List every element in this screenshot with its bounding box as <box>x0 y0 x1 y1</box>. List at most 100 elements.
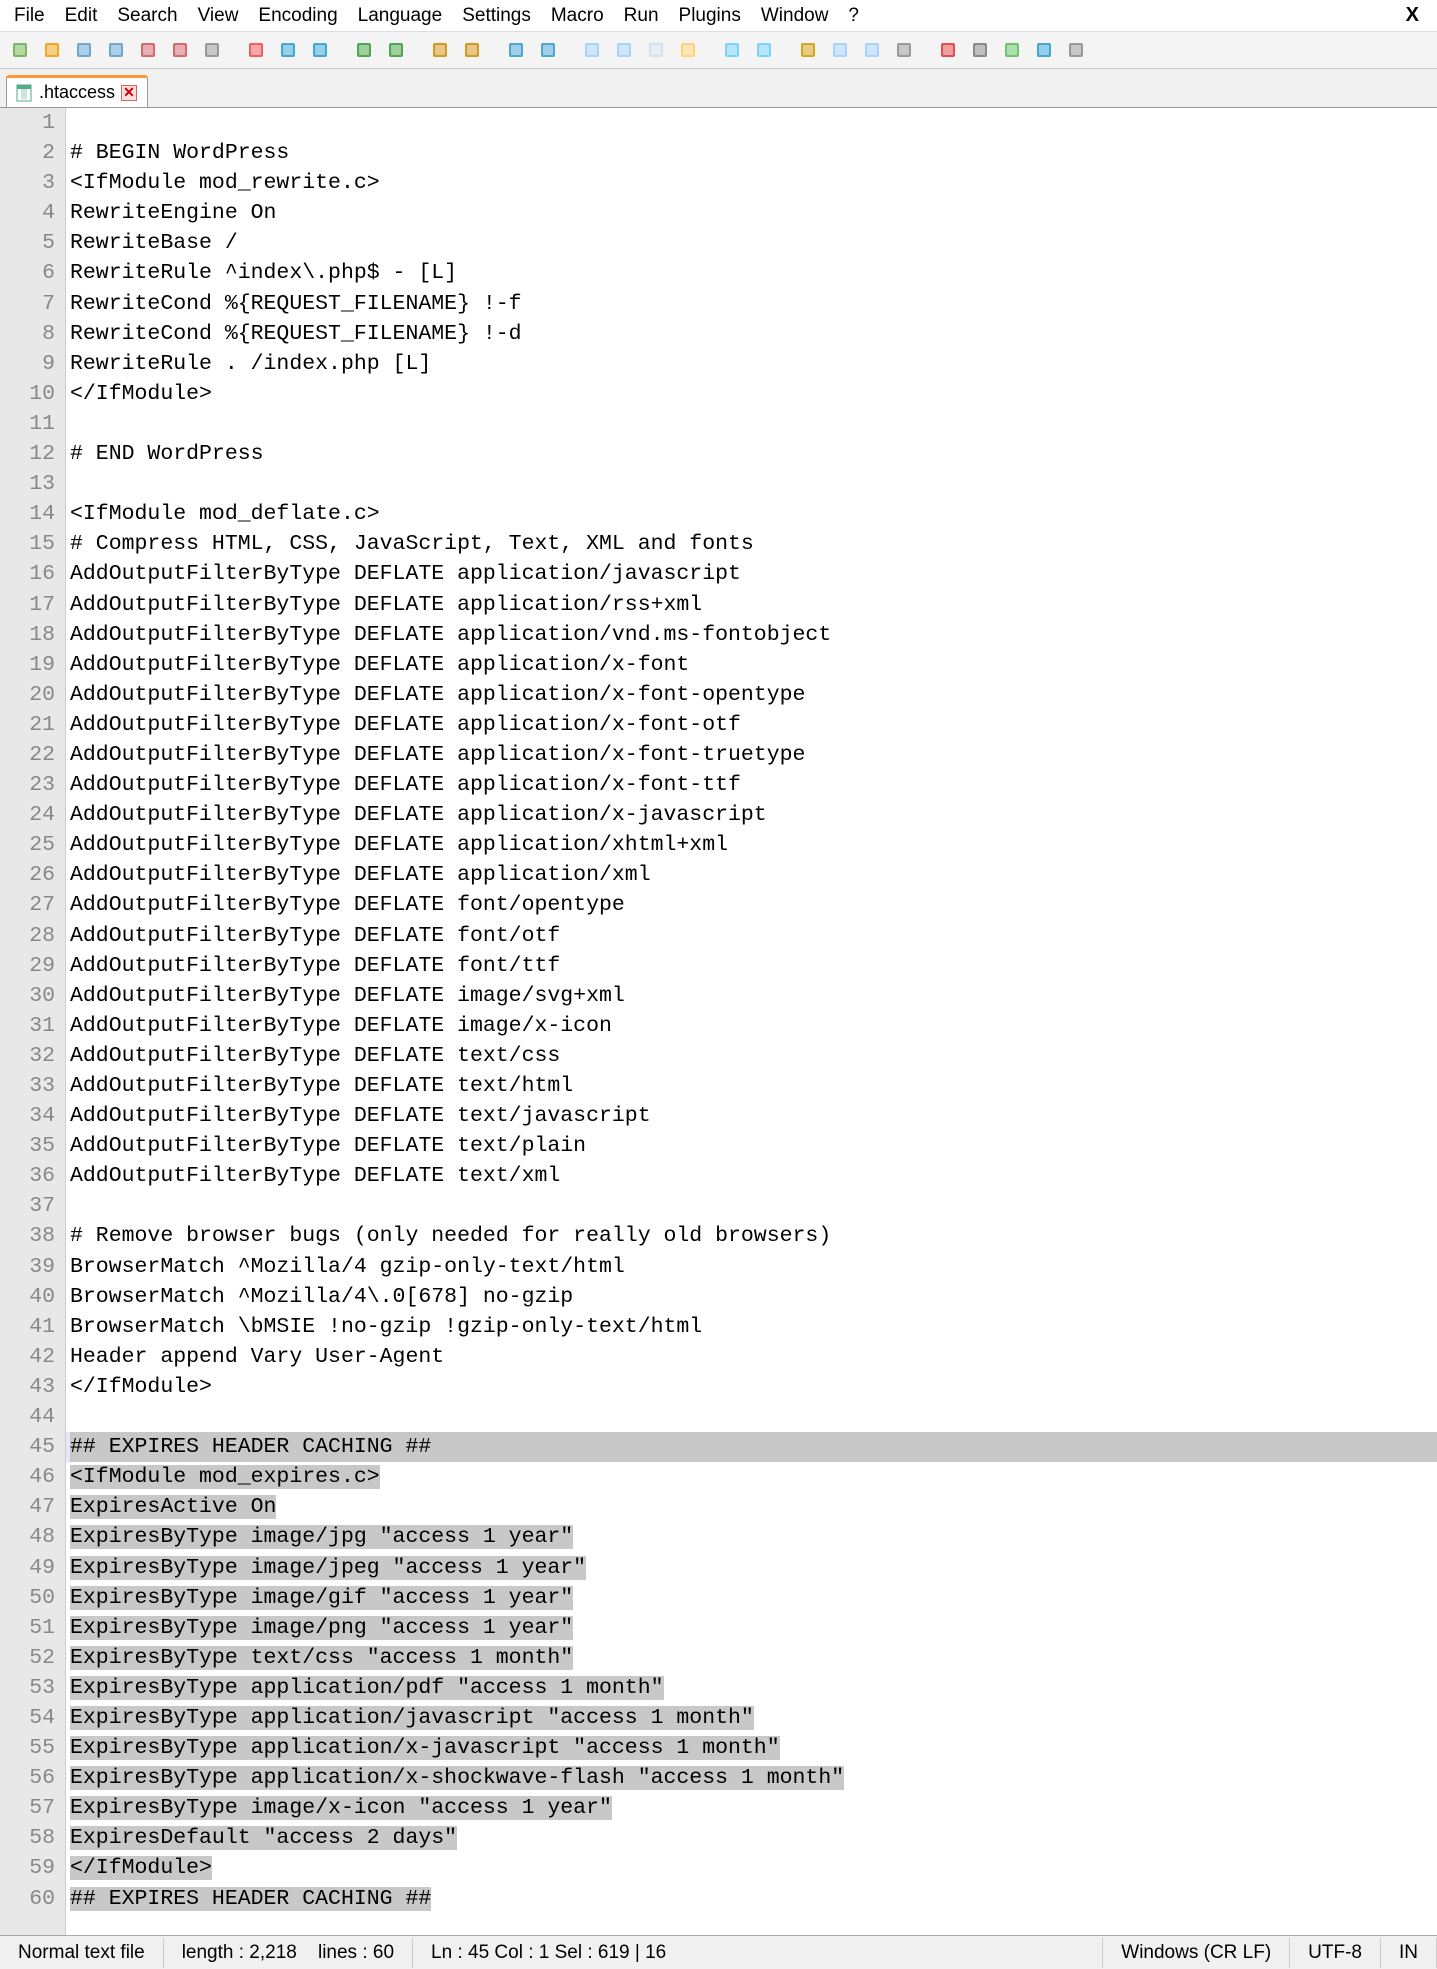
show-all-icon[interactable] <box>674 36 702 64</box>
code-line[interactable]: AddOutputFilterByType DEFLATE applicatio… <box>66 590 1437 620</box>
replace-icon[interactable] <box>458 36 486 64</box>
code-line[interactable]: RewriteCond %{REQUEST_FILENAME} !-f <box>66 289 1437 319</box>
code-line[interactable]: AddOutputFilterByType DEFLATE font/otf <box>66 921 1437 951</box>
code-line[interactable]: # Remove browser bugs (only needed for r… <box>66 1221 1437 1251</box>
code-line[interactable]: AddOutputFilterByType DEFLATE applicatio… <box>66 860 1437 890</box>
code-line[interactable] <box>66 469 1437 499</box>
print-icon[interactable] <box>198 36 226 64</box>
code-line[interactable]: AddOutputFilterByType DEFLATE applicatio… <box>66 680 1437 710</box>
menu-window[interactable]: Window <box>751 3 839 29</box>
menu-help[interactable]: ? <box>838 3 869 29</box>
save-icon[interactable] <box>70 36 98 64</box>
code-line[interactable]: BrowserMatch ^Mozilla/4\.0[678] no-gzip <box>66 1282 1437 1312</box>
close-all-icon[interactable] <box>166 36 194 64</box>
menu-edit[interactable]: Edit <box>55 3 108 29</box>
code-line[interactable]: ExpiresByType image/x-icon "access 1 yea… <box>66 1793 1437 1823</box>
menu-macro[interactable]: Macro <box>541 3 614 29</box>
save-all-icon[interactable] <box>102 36 130 64</box>
code-line[interactable]: AddOutputFilterByType DEFLATE image/svg+… <box>66 981 1437 1011</box>
code-line[interactable]: ExpiresDefault "access 2 days" <box>66 1823 1437 1853</box>
code-line[interactable]: AddOutputFilterByType DEFLATE text/plain <box>66 1131 1437 1161</box>
code-line[interactable]: BrowserMatch \bMSIE !no-gzip !gzip-only-… <box>66 1312 1437 1342</box>
code-line[interactable]: ExpiresByType image/gif "access 1 year" <box>66 1583 1437 1613</box>
tab-htaccess[interactable]: .htaccess ✕ <box>6 75 148 107</box>
code-line[interactable]: AddOutputFilterByType DEFLATE text/html <box>66 1071 1437 1101</box>
code-line[interactable] <box>66 108 1437 138</box>
folder-icon[interactable] <box>794 36 822 64</box>
code-line[interactable]: AddOutputFilterByType DEFLATE text/css <box>66 1041 1437 1071</box>
code-line[interactable]: AddOutputFilterByType DEFLATE applicatio… <box>66 770 1437 800</box>
code-line[interactable]: Header append Vary User-Agent <box>66 1342 1437 1372</box>
code-line[interactable]: </IfModule> <box>66 379 1437 409</box>
open-file-icon[interactable] <box>38 36 66 64</box>
play-icon[interactable] <box>998 36 1026 64</box>
code-line[interactable] <box>66 409 1437 439</box>
code-line[interactable]: ExpiresByType image/jpg "access 1 year" <box>66 1522 1437 1552</box>
code-line[interactable]: # Compress HTML, CSS, JavaScript, Text, … <box>66 529 1437 559</box>
code-line[interactable]: RewriteBase / <box>66 228 1437 258</box>
menu-file[interactable]: File <box>4 3 55 29</box>
code-line[interactable]: AddOutputFilterByType DEFLATE applicatio… <box>66 800 1437 830</box>
zoom-in-icon[interactable] <box>502 36 530 64</box>
code-line[interactable]: <IfModule mod_deflate.c> <box>66 499 1437 529</box>
cut-icon[interactable] <box>242 36 270 64</box>
new-file-icon[interactable] <box>6 36 34 64</box>
menu-language[interactable]: Language <box>348 3 453 29</box>
find-icon[interactable] <box>426 36 454 64</box>
code-line[interactable]: </IfModule> <box>66 1853 1437 1883</box>
code-line[interactable]: # END WordPress <box>66 439 1437 469</box>
code-line[interactable]: AddOutputFilterByType DEFLATE text/xml <box>66 1161 1437 1191</box>
code-line[interactable]: ExpiresByType application/x-shockwave-fl… <box>66 1763 1437 1793</box>
code-line[interactable]: ## EXPIRES HEADER CACHING ## <box>66 1432 1437 1462</box>
tab-close-icon[interactable]: ✕ <box>121 85 137 101</box>
code-line[interactable]: ExpiresByType application/x-javascript "… <box>66 1733 1437 1763</box>
menu-plugins[interactable]: Plugins <box>669 3 751 29</box>
code-line[interactable]: AddOutputFilterByType DEFLATE applicatio… <box>66 559 1437 589</box>
func-list-icon[interactable] <box>858 36 886 64</box>
save-macro-icon[interactable] <box>1062 36 1090 64</box>
doc-map-icon[interactable] <box>826 36 854 64</box>
undo-icon[interactable] <box>350 36 378 64</box>
code-line[interactable]: AddOutputFilterByType DEFLATE image/x-ic… <box>66 1011 1437 1041</box>
editor[interactable]: 1234567891011121314151617181920212223242… <box>0 108 1437 1935</box>
code-line[interactable]: AddOutputFilterByType DEFLATE text/javas… <box>66 1101 1437 1131</box>
code-line[interactable]: # BEGIN WordPress <box>66 138 1437 168</box>
code-line[interactable] <box>66 1402 1437 1432</box>
indent-guide-icon[interactable] <box>718 36 746 64</box>
code-line[interactable]: RewriteCond %{REQUEST_FILENAME} !-d <box>66 319 1437 349</box>
code-line[interactable]: AddOutputFilterByType DEFLATE applicatio… <box>66 740 1437 770</box>
record-icon[interactable] <box>934 36 962 64</box>
stop-icon[interactable] <box>966 36 994 64</box>
code-line[interactable]: RewriteEngine On <box>66 198 1437 228</box>
code-line[interactable]: </IfModule> <box>66 1372 1437 1402</box>
code-area[interactable]: # BEGIN WordPress<IfModule mod_rewrite.c… <box>66 108 1437 1935</box>
code-line[interactable]: RewriteRule . /index.php [L] <box>66 349 1437 379</box>
code-line[interactable]: AddOutputFilterByType DEFLATE applicatio… <box>66 710 1437 740</box>
paste-icon[interactable] <box>306 36 334 64</box>
menu-run[interactable]: Run <box>614 3 669 29</box>
menu-settings[interactable]: Settings <box>452 3 541 29</box>
sync-v-icon[interactable] <box>578 36 606 64</box>
menu-search[interactable]: Search <box>107 3 187 29</box>
code-line[interactable]: ExpiresByType text/css "access 1 month" <box>66 1643 1437 1673</box>
code-line[interactable]: ExpiresByType image/png "access 1 year" <box>66 1613 1437 1643</box>
code-line[interactable]: ExpiresByType application/javascript "ac… <box>66 1703 1437 1733</box>
monitor-icon[interactable] <box>890 36 918 64</box>
code-line[interactable]: ExpiresByType application/pdf "access 1 … <box>66 1673 1437 1703</box>
code-line[interactable] <box>66 1191 1437 1221</box>
code-line[interactable]: AddOutputFilterByType DEFLATE font/ttf <box>66 951 1437 981</box>
wrap-icon[interactable] <box>642 36 670 64</box>
code-line[interactable]: AddOutputFilterByType DEFLATE applicatio… <box>66 620 1437 650</box>
code-line[interactable]: AddOutputFilterByType DEFLATE font/opent… <box>66 890 1437 920</box>
code-line[interactable]: ## EXPIRES HEADER CACHING ## <box>66 1884 1437 1914</box>
code-line[interactable]: AddOutputFilterByType DEFLATE applicatio… <box>66 830 1437 860</box>
redo-icon[interactable] <box>382 36 410 64</box>
code-line[interactable]: BrowserMatch ^Mozilla/4 gzip-only-text/h… <box>66 1252 1437 1282</box>
code-line[interactable]: <IfModule mod_rewrite.c> <box>66 168 1437 198</box>
zoom-out-icon[interactable] <box>534 36 562 64</box>
sync-h-icon[interactable] <box>610 36 638 64</box>
code-line[interactable]: AddOutputFilterByType DEFLATE applicatio… <box>66 650 1437 680</box>
window-close-button[interactable]: X <box>1392 2 1433 29</box>
play-multi-icon[interactable] <box>1030 36 1058 64</box>
code-line[interactable]: ExpiresByType image/jpeg "access 1 year" <box>66 1553 1437 1583</box>
